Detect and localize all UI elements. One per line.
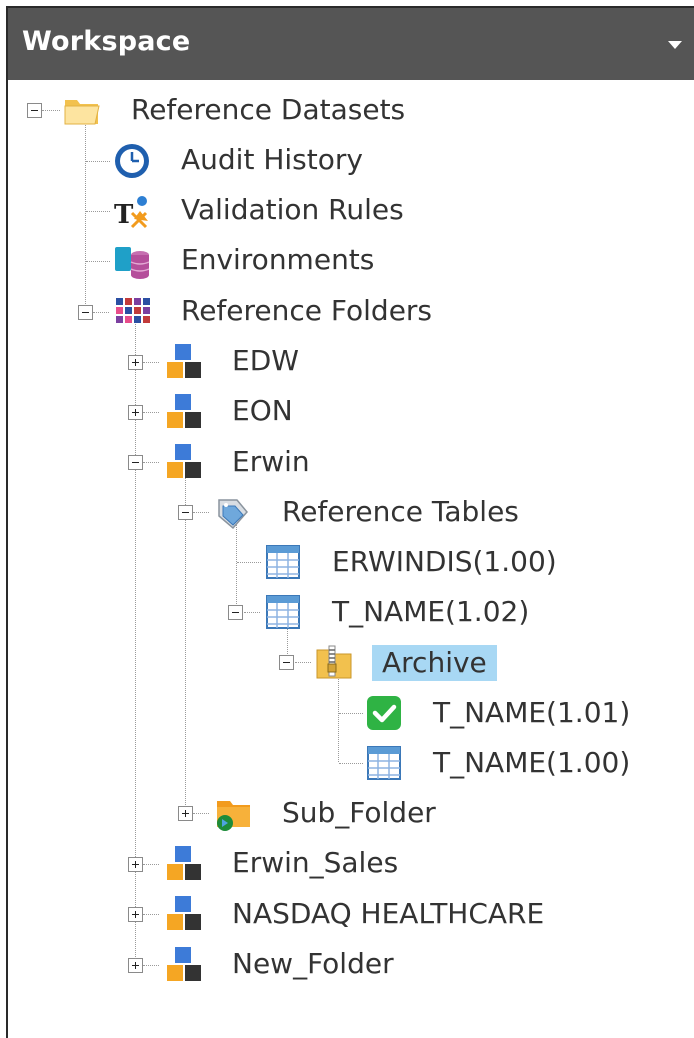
expand-toggle[interactable] [128,958,143,973]
folder-blocks-icon [167,444,201,478]
svg-text:T: T [114,200,134,230]
collapse-toggle[interactable] [27,103,42,118]
folder-blocks-icon [167,947,201,981]
node-label: NASDAQ HEALTHCARE [232,897,545,930]
node-label: T_NAME(1.00) [433,746,631,779]
tree-line [143,864,159,865]
workspace-tree: Reference Datasets Audit History T Valid… [0,0,694,1038]
grid-icon [116,298,150,323]
tree-line [86,211,110,212]
tree-line [143,914,159,915]
tree-line [339,763,363,764]
node-label: Sub_Folder [282,796,436,829]
folder-blocks-icon [167,846,201,880]
tree-line [86,261,110,262]
table-icon [367,746,401,780]
sub-folder-icon [217,801,250,831]
node-label: T_NAME(1.02) [332,595,530,628]
tree-line [244,612,260,613]
folder-blocks-icon [167,896,201,930]
node-label-selected: Archive [372,645,497,681]
validation-rules-icon: T [114,196,148,230]
node-label: Erwin [232,445,310,478]
node-label: Reference Folders [181,294,433,327]
node-label: Validation Rules [181,193,404,226]
node-label: ERWINDIS(1.00) [332,545,557,578]
table-icon [266,545,300,579]
environments-icon [115,247,150,279]
archive-folder-icon [316,645,352,679]
expand-toggle[interactable] [178,806,193,821]
folder-open-icon [64,100,100,125]
node-label: Erwin_Sales [232,846,399,879]
node-label: Reference Tables [282,495,519,528]
node-label: T_NAME(1.01) [433,696,631,729]
collapse-toggle[interactable] [78,305,93,320]
tree-line [143,362,159,363]
node-label: New_Folder [232,947,394,980]
node-label: EON [232,394,293,427]
collapse-toggle[interactable] [228,605,243,620]
tree-line [236,520,237,612]
node-label: Reference Datasets [131,93,406,126]
tree-line [42,110,60,111]
folder-blocks-icon [167,394,201,428]
table-icon [266,595,300,629]
check-icon [367,696,401,730]
collapse-toggle[interactable] [128,455,143,470]
tree-line [85,120,86,310]
clock-icon [115,144,149,178]
tree-line [193,813,209,814]
tree-line [93,312,109,313]
expand-toggle[interactable] [128,857,143,872]
tree-line [185,470,186,815]
tree-line [295,662,311,663]
collapse-toggle[interactable] [279,655,294,670]
tree-line [237,562,261,563]
tree-line [143,412,159,413]
node-label: Audit History [181,143,363,176]
expand-toggle[interactable] [128,405,143,420]
node-label: EDW [232,344,299,377]
tree-line [143,965,159,966]
tree-line [338,670,339,762]
tags-icon [218,499,248,530]
expand-toggle[interactable] [128,355,143,370]
folder-blocks-icon [167,344,201,378]
node-label: Environments [181,243,375,276]
tree-line [339,713,363,714]
collapse-toggle[interactable] [178,505,193,520]
tree-line [86,161,110,162]
tree-line [143,462,159,463]
tree-line [193,512,209,513]
expand-toggle[interactable] [128,907,143,922]
